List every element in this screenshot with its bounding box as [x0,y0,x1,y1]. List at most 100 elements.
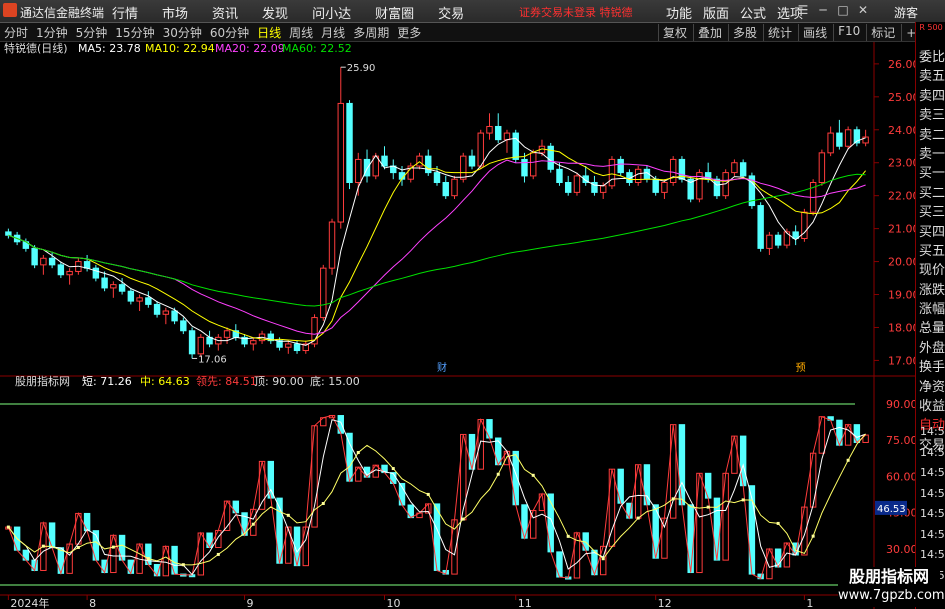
indicator-bar-46 [407,504,414,519]
event-marker-forecast: 预 [796,362,806,374]
period-tab-2[interactable]: 5分钟 [76,24,108,41]
candle-67 [591,175,598,196]
candle-body-10 [92,267,100,279]
period-tab-5[interactable]: 60分钟 [210,24,249,41]
ma60-legend: MA60: 22.52 [282,42,352,55]
candle-body-96 [844,129,852,147]
period-tab-7[interactable]: 周线 [289,24,313,41]
candle-85 [748,172,756,209]
period-tab-4[interactable]: 30分钟 [163,24,202,41]
watermark-title: 股朋指标网 [848,567,929,586]
period-tab-0[interactable]: 分时 [4,24,28,41]
indicator-bar-5 [48,522,56,549]
candle-body-95 [836,132,843,147]
menu-item-3[interactable]: 发现 [262,3,288,22]
watermark: 股朋指标网 www.7gpzb.com [838,567,945,607]
indicator-mid-dot-36 [321,502,325,506]
window-buttons: ☰ ─ □ ✕ [796,2,876,18]
indicator-bar-18 [162,545,170,577]
menu-item-1[interactable]: 市场 [162,3,188,22]
indicator-mid-dot-64 [566,534,570,538]
candle-body-58 [512,132,519,160]
period-tab-8[interactable]: 月线 [321,24,345,41]
menu-item-0[interactable]: 行情 [112,3,138,22]
tool-button-4[interactable]: 画线 [798,24,827,41]
price-chart-title: 特锐德(日线) [4,42,68,55]
candle-38 [337,67,344,229]
side-mode-label[interactable]: R 500 [918,23,944,32]
candle-body-87 [766,234,773,249]
menu-item-6[interactable]: 交易 [438,3,464,22]
month-label-6: 1 [806,597,813,609]
candle-66 [582,166,589,186]
candle-body-56 [495,125,502,141]
indicator-bar-6 [57,547,65,574]
menu-item-2[interactable]: 资讯 [212,3,238,22]
candle-79 [696,169,703,203]
kline-chart[interactable]: 26.00 25.00 24.00 23.00 22.00 21.00 20.00 19.00… [0,42,915,609]
candle-body-90 [792,231,799,240]
side-label-15: 外盘 [919,340,945,356]
guest-label[interactable]: 游客 [894,4,918,21]
candle-95 [836,119,843,150]
indicator-panel [0,403,869,586]
tool-button-1[interactable]: 叠加 [693,24,722,41]
menu-icon[interactable]: ☰ [796,2,810,18]
period-tab-9[interactable]: 多周期 [353,24,389,41]
right-menu-item-0[interactable]: 功能 [666,3,692,22]
chart-tools: 复权叠加多股统计画线F10标记+自选返回 [658,24,945,41]
trade-notice[interactable]: 证券交易未登录 特锐德 [519,4,633,20]
close-icon[interactable]: ✕ [856,2,870,18]
candle-37 [328,218,336,275]
ma60-line [8,173,866,307]
candle-body-15 [136,297,143,302]
tool-button-5[interactable]: F10 [833,24,860,41]
menu-item-5[interactable]: 财富圈 [375,3,414,22]
candle-94 [827,126,834,157]
indicator-mid-dot-24 [216,552,220,556]
indicator-bar-54 [477,419,484,470]
candle-48 [425,149,432,176]
candle-84 [739,159,747,180]
candles [5,67,869,359]
candle-body-70 [617,158,624,174]
indicator-bar-80 [704,472,712,499]
candle-50 [442,175,449,199]
candle-60 [530,149,537,180]
candle-75 [661,179,668,199]
period-tab-3[interactable]: 15分钟 [115,24,154,41]
tool-button-3[interactable]: 统计 [763,24,792,41]
indicator-mid-dot-40 [356,451,360,455]
minimize-icon[interactable]: ─ [816,2,830,18]
candle-body-21 [188,330,196,355]
side-label-14: 总量 [919,321,945,337]
month-label-4: 11 [518,597,532,609]
menu-item-4[interactable]: 问小达 [312,3,351,22]
indicator-mid-dot-96 [846,458,850,462]
tool-button-0[interactable]: 复权 [658,24,687,41]
side-label-3: 卖三 [919,108,945,124]
candle-body-3 [31,247,38,266]
side-label-8: 买三 [919,205,945,221]
candle-76 [669,156,677,186]
indicator-bar-32 [285,526,292,564]
period-tab-6[interactable]: 日线 [257,24,281,41]
indicator-title: 股朋指标网 [15,374,70,388]
maximize-icon[interactable]: □ [836,2,850,18]
ma10-legend: MA10: 22.94 [145,42,215,55]
price-axis-label-5: 21.00 [888,223,915,236]
candle-body-9 [83,261,91,269]
tool-button-6[interactable]: 标记 [866,24,895,41]
candle-59 [521,152,528,183]
right-menu-item-2[interactable]: 公式 [740,3,766,22]
candle-body-55 [486,125,493,134]
indicator-bar-53 [468,433,476,470]
tool-button-2[interactable]: 多股 [728,24,757,41]
candle-body-16 [145,297,152,305]
period-tab-1[interactable]: 1分钟 [36,24,68,41]
period-tab-10[interactable]: 更多 [397,24,421,41]
side-label-0: 委比 [919,50,945,65]
price-axis-label-8: 18.00 [888,321,915,334]
indicator-mid-dot-44 [391,467,395,471]
right-menu-item-1[interactable]: 版面 [703,3,729,22]
